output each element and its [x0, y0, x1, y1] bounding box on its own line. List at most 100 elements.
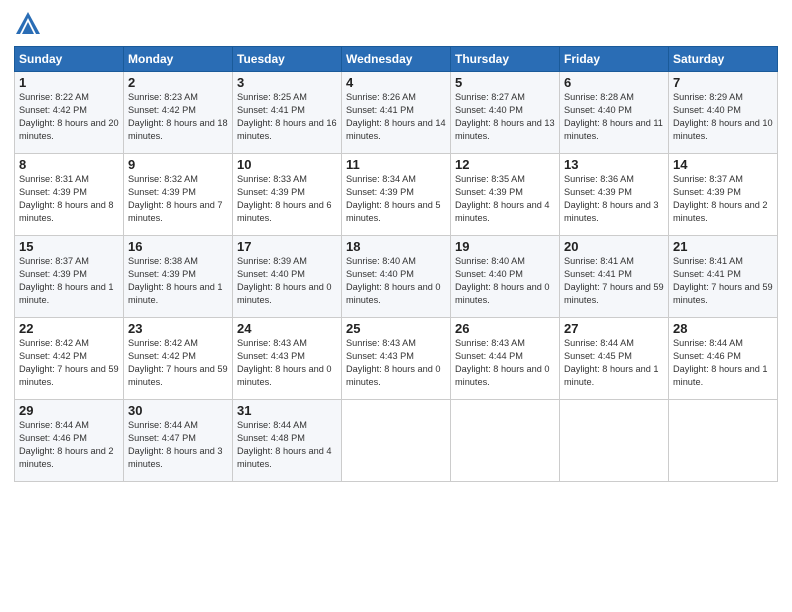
calendar-cell: 31 Sunrise: 8:44 AMSunset: 4:48 PMDaylig…	[233, 400, 342, 482]
calendar-cell: 1 Sunrise: 8:22 AMSunset: 4:42 PMDayligh…	[15, 72, 124, 154]
day-number: 18	[346, 239, 446, 254]
day-number: 3	[237, 75, 337, 90]
day-info: Sunrise: 8:41 AMSunset: 4:41 PMDaylight:…	[673, 256, 773, 305]
day-number: 2	[128, 75, 228, 90]
logo-icon	[14, 10, 42, 38]
calendar-cell: 23 Sunrise: 8:42 AMSunset: 4:42 PMDaylig…	[124, 318, 233, 400]
week-row-1: 1 Sunrise: 8:22 AMSunset: 4:42 PMDayligh…	[15, 72, 778, 154]
day-info: Sunrise: 8:23 AMSunset: 4:42 PMDaylight:…	[128, 92, 228, 141]
calendar-cell: 6 Sunrise: 8:28 AMSunset: 4:40 PMDayligh…	[560, 72, 669, 154]
header	[14, 10, 778, 38]
calendar-cell: 7 Sunrise: 8:29 AMSunset: 4:40 PMDayligh…	[669, 72, 778, 154]
day-number: 29	[19, 403, 119, 418]
day-info: Sunrise: 8:42 AMSunset: 4:42 PMDaylight:…	[128, 338, 228, 387]
day-info: Sunrise: 8:43 AMSunset: 4:43 PMDaylight:…	[346, 338, 441, 387]
calendar-cell: 11 Sunrise: 8:34 AMSunset: 4:39 PMDaylig…	[342, 154, 451, 236]
day-number: 1	[19, 75, 119, 90]
calendar-cell: 10 Sunrise: 8:33 AMSunset: 4:39 PMDaylig…	[233, 154, 342, 236]
day-info: Sunrise: 8:35 AMSunset: 4:39 PMDaylight:…	[455, 174, 550, 223]
calendar-cell: 28 Sunrise: 8:44 AMSunset: 4:46 PMDaylig…	[669, 318, 778, 400]
day-number: 12	[455, 157, 555, 172]
day-info: Sunrise: 8:34 AMSunset: 4:39 PMDaylight:…	[346, 174, 441, 223]
day-number: 5	[455, 75, 555, 90]
day-info: Sunrise: 8:37 AMSunset: 4:39 PMDaylight:…	[19, 256, 114, 305]
day-number: 11	[346, 157, 446, 172]
calendar-cell: 24 Sunrise: 8:43 AMSunset: 4:43 PMDaylig…	[233, 318, 342, 400]
day-number: 21	[673, 239, 773, 254]
calendar-cell: 2 Sunrise: 8:23 AMSunset: 4:42 PMDayligh…	[124, 72, 233, 154]
day-info: Sunrise: 8:25 AMSunset: 4:41 PMDaylight:…	[237, 92, 337, 141]
day-number: 20	[564, 239, 664, 254]
calendar-cell	[669, 400, 778, 482]
week-row-5: 29 Sunrise: 8:44 AMSunset: 4:46 PMDaylig…	[15, 400, 778, 482]
day-number: 8	[19, 157, 119, 172]
calendar-cell: 16 Sunrise: 8:38 AMSunset: 4:39 PMDaylig…	[124, 236, 233, 318]
day-info: Sunrise: 8:44 AMSunset: 4:46 PMDaylight:…	[19, 420, 114, 469]
day-number: 22	[19, 321, 119, 336]
day-number: 16	[128, 239, 228, 254]
day-number: 19	[455, 239, 555, 254]
week-row-2: 8 Sunrise: 8:31 AMSunset: 4:39 PMDayligh…	[15, 154, 778, 236]
day-info: Sunrise: 8:42 AMSunset: 4:42 PMDaylight:…	[19, 338, 119, 387]
day-info: Sunrise: 8:27 AMSunset: 4:40 PMDaylight:…	[455, 92, 555, 141]
day-info: Sunrise: 8:40 AMSunset: 4:40 PMDaylight:…	[455, 256, 550, 305]
day-info: Sunrise: 8:39 AMSunset: 4:40 PMDaylight:…	[237, 256, 332, 305]
header-cell-tuesday: Tuesday	[233, 47, 342, 72]
day-info: Sunrise: 8:41 AMSunset: 4:41 PMDaylight:…	[564, 256, 664, 305]
header-row: SundayMondayTuesdayWednesdayThursdayFrid…	[15, 47, 778, 72]
day-info: Sunrise: 8:22 AMSunset: 4:42 PMDaylight:…	[19, 92, 119, 141]
day-info: Sunrise: 8:28 AMSunset: 4:40 PMDaylight:…	[564, 92, 663, 141]
day-number: 31	[237, 403, 337, 418]
header-cell-monday: Monday	[124, 47, 233, 72]
day-info: Sunrise: 8:26 AMSunset: 4:41 PMDaylight:…	[346, 92, 446, 141]
day-number: 17	[237, 239, 337, 254]
day-number: 9	[128, 157, 228, 172]
day-info: Sunrise: 8:44 AMSunset: 4:48 PMDaylight:…	[237, 420, 332, 469]
day-number: 6	[564, 75, 664, 90]
day-info: Sunrise: 8:44 AMSunset: 4:45 PMDaylight:…	[564, 338, 659, 387]
day-info: Sunrise: 8:32 AMSunset: 4:39 PMDaylight:…	[128, 174, 223, 223]
calendar-cell: 4 Sunrise: 8:26 AMSunset: 4:41 PMDayligh…	[342, 72, 451, 154]
day-info: Sunrise: 8:31 AMSunset: 4:39 PMDaylight:…	[19, 174, 114, 223]
day-number: 7	[673, 75, 773, 90]
calendar-header: SundayMondayTuesdayWednesdayThursdayFrid…	[15, 47, 778, 72]
calendar-cell: 18 Sunrise: 8:40 AMSunset: 4:40 PMDaylig…	[342, 236, 451, 318]
header-cell-sunday: Sunday	[15, 47, 124, 72]
day-number: 26	[455, 321, 555, 336]
calendar-cell: 5 Sunrise: 8:27 AMSunset: 4:40 PMDayligh…	[451, 72, 560, 154]
calendar-cell: 8 Sunrise: 8:31 AMSunset: 4:39 PMDayligh…	[15, 154, 124, 236]
calendar-cell: 21 Sunrise: 8:41 AMSunset: 4:41 PMDaylig…	[669, 236, 778, 318]
day-info: Sunrise: 8:37 AMSunset: 4:39 PMDaylight:…	[673, 174, 768, 223]
day-info: Sunrise: 8:40 AMSunset: 4:40 PMDaylight:…	[346, 256, 441, 305]
calendar-cell: 19 Sunrise: 8:40 AMSunset: 4:40 PMDaylig…	[451, 236, 560, 318]
calendar-cell	[451, 400, 560, 482]
calendar-cell: 25 Sunrise: 8:43 AMSunset: 4:43 PMDaylig…	[342, 318, 451, 400]
calendar-cell: 29 Sunrise: 8:44 AMSunset: 4:46 PMDaylig…	[15, 400, 124, 482]
day-number: 25	[346, 321, 446, 336]
day-number: 10	[237, 157, 337, 172]
day-info: Sunrise: 8:33 AMSunset: 4:39 PMDaylight:…	[237, 174, 332, 223]
calendar-cell: 30 Sunrise: 8:44 AMSunset: 4:47 PMDaylig…	[124, 400, 233, 482]
header-cell-friday: Friday	[560, 47, 669, 72]
day-number: 14	[673, 157, 773, 172]
calendar-body: 1 Sunrise: 8:22 AMSunset: 4:42 PMDayligh…	[15, 72, 778, 482]
day-info: Sunrise: 8:29 AMSunset: 4:40 PMDaylight:…	[673, 92, 773, 141]
day-info: Sunrise: 8:44 AMSunset: 4:47 PMDaylight:…	[128, 420, 223, 469]
day-info: Sunrise: 8:44 AMSunset: 4:46 PMDaylight:…	[673, 338, 768, 387]
calendar-cell: 3 Sunrise: 8:25 AMSunset: 4:41 PMDayligh…	[233, 72, 342, 154]
calendar-cell: 22 Sunrise: 8:42 AMSunset: 4:42 PMDaylig…	[15, 318, 124, 400]
calendar-cell: 15 Sunrise: 8:37 AMSunset: 4:39 PMDaylig…	[15, 236, 124, 318]
week-row-3: 15 Sunrise: 8:37 AMSunset: 4:39 PMDaylig…	[15, 236, 778, 318]
day-number: 28	[673, 321, 773, 336]
week-row-4: 22 Sunrise: 8:42 AMSunset: 4:42 PMDaylig…	[15, 318, 778, 400]
day-info: Sunrise: 8:38 AMSunset: 4:39 PMDaylight:…	[128, 256, 223, 305]
calendar-cell: 17 Sunrise: 8:39 AMSunset: 4:40 PMDaylig…	[233, 236, 342, 318]
calendar-page: SundayMondayTuesdayWednesdayThursdayFrid…	[0, 0, 792, 612]
day-number: 24	[237, 321, 337, 336]
day-info: Sunrise: 8:36 AMSunset: 4:39 PMDaylight:…	[564, 174, 659, 223]
day-number: 27	[564, 321, 664, 336]
header-cell-wednesday: Wednesday	[342, 47, 451, 72]
calendar-cell: 27 Sunrise: 8:44 AMSunset: 4:45 PMDaylig…	[560, 318, 669, 400]
day-number: 23	[128, 321, 228, 336]
day-number: 30	[128, 403, 228, 418]
